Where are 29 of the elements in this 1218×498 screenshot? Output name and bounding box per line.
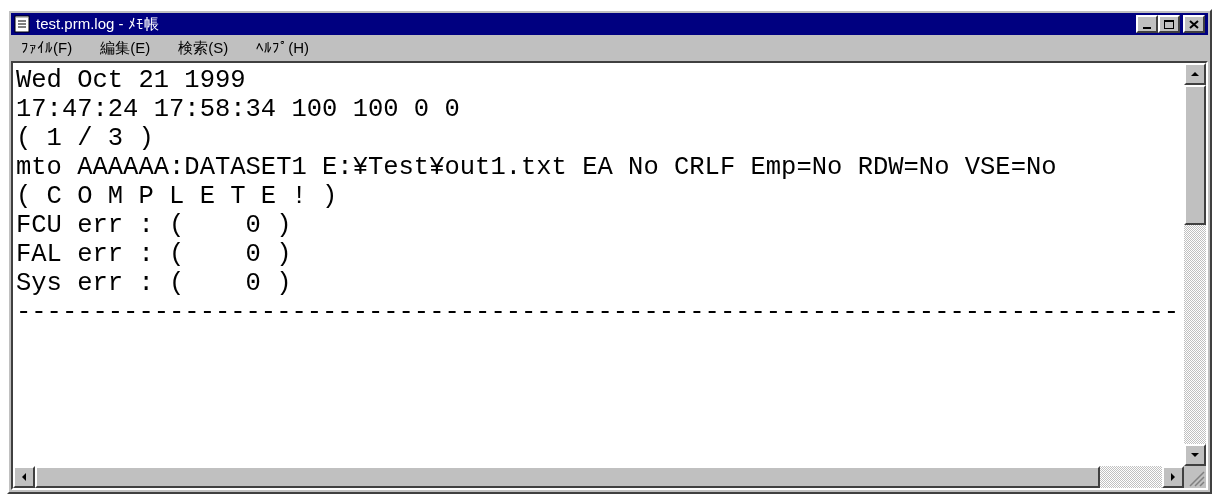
text-line: FAL err : ( 0 ) [16,240,292,269]
text-line: Wed Oct 21 1999 [16,66,246,95]
text-line: FCU err : ( 0 ) [16,211,292,240]
menu-item[interactable]: ﾍﾙﾌﾟ(H) [256,36,309,60]
text-line: mto AAAAAA:DATASET1 E:¥Test¥out1.txt EA No CRLF Emp=No RDW=No VSE=No [16,153,1057,182]
maximize-button[interactable] [1158,15,1180,33]
text-line: Sys err : ( 0 ) [16,269,292,298]
text-line: 17:47:24 17:58:34 100 100 0 0 [16,95,460,124]
window-title: test.prm.log - ﾒﾓ帳 [36,13,160,34]
minimize-button[interactable] [1136,15,1158,33]
scroll-left-button[interactable] [13,466,35,488]
notepad-icon [14,15,30,33]
menu-item[interactable]: 編集(E) [100,36,151,60]
vertical-scrollbar[interactable] [1184,63,1206,466]
scroll-up-button[interactable] [1184,63,1206,85]
close-button[interactable] [1183,15,1205,33]
menu-item[interactable]: ﾌｧｲﾙ(F) [21,36,73,60]
resize-grip-icon[interactable] [1184,466,1206,488]
scroll-down-button[interactable] [1184,444,1206,466]
text-line: ( C O M P L E T E ! ) [16,182,338,211]
arrow-icon [1190,69,1200,79]
scroll-thumb[interactable] [1184,85,1206,225]
arrow-icon [1190,450,1200,460]
scroll-right-button[interactable] [1162,466,1184,488]
close-icon [1189,19,1199,29]
arrow-icon [1168,472,1178,482]
text-line: ---------------------------------------------------------------------------- [16,298,1179,327]
text-line: ( 1 / 3 ) [16,124,154,153]
menu-item[interactable]: 検索(S) [178,36,229,60]
